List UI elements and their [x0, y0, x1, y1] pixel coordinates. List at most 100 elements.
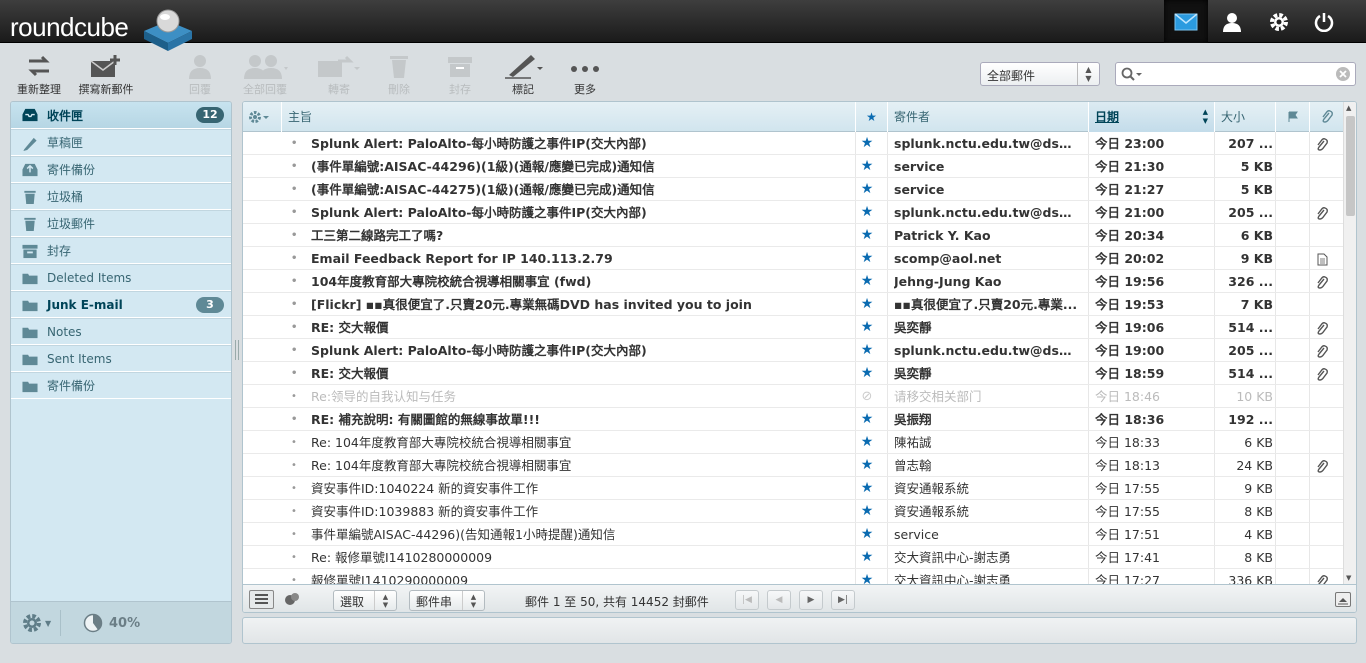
star-icon[interactable]: ★: [855, 454, 879, 477]
star-icon[interactable]: ★: [855, 408, 879, 431]
star-icon[interactable]: ★: [855, 500, 879, 523]
status-dot-icon[interactable]: •: [291, 500, 299, 523]
status-dot-icon[interactable]: •: [291, 362, 299, 385]
status-dot-icon[interactable]: •: [291, 201, 299, 224]
status-dot-icon[interactable]: •: [291, 523, 299, 546]
folder-settings-button[interactable]: ▼: [17, 610, 61, 636]
message-subject[interactable]: (事件單編號:AISAC-44275)(1級)(通報/應變已完成)通知信: [311, 178, 851, 201]
pane-splitter[interactable]: [235, 340, 239, 360]
status-dot-icon[interactable]: •: [291, 178, 299, 201]
reply-all-button[interactable]: 全部回覆: [236, 53, 294, 98]
star-icon[interactable]: ★: [855, 201, 879, 224]
star-icon[interactable]: ★: [855, 362, 879, 385]
message-row[interactable]: • 工三第二線路完工了嗎? ★ Patrick Y. Kao 今日 20:34 6 KB: [243, 224, 1343, 247]
folder-item[interactable]: 寄件備份: [11, 156, 231, 183]
message-row[interactable]: • (事件單編號:AISAC-44296)(1級)(通報/應變已完成)通知信 ★ se…: [243, 155, 1343, 178]
message-subject[interactable]: (事件單編號:AISAC-44296)(1級)(通報/應變已完成)通知信: [311, 155, 851, 178]
status-dot-icon[interactable]: •: [291, 477, 299, 500]
more-button[interactable]: 更多: [568, 53, 602, 98]
status-dot-icon[interactable]: •: [291, 247, 299, 270]
mail-icon[interactable]: [1164, 0, 1208, 43]
message-row[interactable]: • RE: 交大報價 ★ 吳奕靜 今日 18:59 514 ...: [243, 362, 1343, 385]
folder-item[interactable]: 寄件備份: [11, 372, 231, 399]
status-dot-icon[interactable]: •: [291, 431, 299, 454]
message-subject[interactable]: Splunk Alert: PaloAlto-每小時防護之事件IP(交大內部): [311, 201, 851, 224]
message-row[interactable]: • Re:领导的自我认知与任务 ⊘ 请移交相关部门 今日 18:46 10 KB: [243, 385, 1343, 408]
first-page-button[interactable]: |◀: [735, 590, 759, 610]
message-subject[interactable]: 事件單編號AISAC-44296)(告知通報1小時提醒)通知信: [311, 523, 851, 546]
folder-item[interactable]: 垃圾郵件: [11, 210, 231, 237]
column-flag-star[interactable]: ★: [855, 102, 887, 132]
message-subject[interactable]: 工三第二線路完工了嗎?: [311, 224, 851, 247]
message-row[interactable]: • 事件單編號AISAC-44296)(告知通報1小時提醒)通知信 ★ service…: [243, 523, 1343, 546]
message-row[interactable]: • 資安事件ID:1040224 新的資安事件工作 ★ 資安通報系統 今日 17:55 9…: [243, 477, 1343, 500]
star-icon[interactable]: ★: [855, 178, 879, 201]
message-subject[interactable]: Re:领导的自我认知与任务: [311, 385, 851, 408]
message-subject[interactable]: Splunk Alert: PaloAlto-每小時防護之事件IP(交大內部): [311, 132, 851, 155]
star-icon[interactable]: ★: [855, 224, 879, 247]
column-attachment[interactable]: [1309, 102, 1343, 132]
column-date[interactable]: 日期 ▲ ▼: [1088, 102, 1214, 132]
message-subject[interactable]: Splunk Alert: PaloAlto-每小時防護之事件IP(交大內部): [311, 339, 851, 362]
star-icon[interactable]: ★: [855, 293, 879, 316]
clear-search-icon[interactable]: [1336, 67, 1350, 81]
message-row[interactable]: • RE: 交大報價 ★ 吳奕靜 今日 19:06 514 ...: [243, 316, 1343, 339]
message-subject[interactable]: RE: 交大報價: [311, 362, 851, 385]
message-subject[interactable]: 104年度教育部大專院校統合視導相關事宜 (fwd): [311, 270, 851, 293]
refresh-button[interactable]: 重新整理: [14, 53, 64, 98]
list-options-button[interactable]: [243, 102, 281, 132]
message-subject[interactable]: [Flickr] ▪▪真很便宜了.只賣20元.專業無碼DVD has invit…: [311, 293, 851, 316]
contacts-icon[interactable]: [1210, 0, 1254, 43]
star-icon[interactable]: ★: [855, 477, 879, 500]
status-dot-icon[interactable]: •: [291, 132, 299, 155]
logout-icon[interactable]: [1302, 0, 1346, 43]
star-icon[interactable]: ★: [855, 247, 879, 270]
prev-page-button[interactable]: ◀: [767, 590, 791, 610]
message-row[interactable]: • [Flickr] ▪▪真很便宜了.只賣20元.專業無碼DVD has invi…: [243, 293, 1343, 316]
forward-button[interactable]: 轉寄: [316, 53, 362, 98]
status-dot-icon[interactable]: •: [291, 155, 299, 178]
message-row[interactable]: • Re: 104年度教育部大專院校統合視導相關事宜 ★ 曾志翰 今日 18:13 24 …: [243, 454, 1343, 477]
settings-icon[interactable]: [1257, 0, 1301, 43]
message-row[interactable]: • RE: 補充說明: 有關圖館的無線事故單!!! ★ 吳振翔 今日 18:36 192 …: [243, 408, 1343, 431]
message-subject[interactable]: Re: 104年度教育部大專院校統合視導相關事宜: [311, 454, 851, 477]
message-subject[interactable]: 資安事件ID:1039883 新的資安事件工作: [311, 500, 851, 523]
message-subject[interactable]: 資安事件ID:1040224 新的資安事件工作: [311, 477, 851, 500]
star-icon[interactable]: ★: [855, 339, 879, 362]
scroll-up-icon[interactable]: ▲: [1346, 104, 1351, 112]
message-row[interactable]: • Splunk Alert: PaloAlto-每小時防護之事件IP(交大內部)…: [243, 201, 1343, 224]
message-row[interactable]: • Splunk Alert: PaloAlto-每小時防護之事件IP(交大內部)…: [243, 132, 1343, 155]
message-row[interactable]: • Email Feedback Report for IP 140.113.2.…: [243, 247, 1343, 270]
status-dot-icon[interactable]: •: [291, 408, 299, 431]
folder-item[interactable]: 垃圾桶: [11, 183, 231, 210]
message-subject[interactable]: Re: 104年度教育部大專院校統合視導相關事宜: [311, 431, 851, 454]
folder-item[interactable]: 封存: [11, 237, 231, 264]
star-icon[interactable]: ★: [855, 316, 879, 339]
next-page-button[interactable]: ▶: [799, 590, 823, 610]
folder-item[interactable]: Notes: [11, 318, 231, 345]
thread-view-button[interactable]: [283, 591, 303, 609]
list-view-button[interactable]: [249, 590, 274, 609]
select-dropdown[interactable]: 選取 ▲ ▼: [333, 590, 397, 611]
compose-button[interactable]: 撰寫新郵件: [75, 53, 137, 98]
column-from[interactable]: 寄件者: [887, 102, 1088, 132]
message-subject[interactable]: RE: 交大報價: [311, 316, 851, 339]
delete-button[interactable]: 刪除: [384, 53, 414, 98]
status-dot-icon[interactable]: •: [291, 385, 299, 408]
star-icon[interactable]: ★: [855, 523, 879, 546]
folder-item[interactable]: Deleted Items: [11, 264, 231, 291]
star-icon[interactable]: ★: [855, 546, 879, 569]
column-subject[interactable]: 主旨: [281, 102, 855, 132]
status-dot-icon[interactable]: •: [291, 546, 299, 569]
threads-dropdown[interactable]: 郵件串 ▲ ▼: [409, 590, 485, 611]
status-dot-icon[interactable]: •: [291, 224, 299, 247]
last-page-button[interactable]: ▶|: [831, 590, 855, 610]
toggle-preview-button[interactable]: [1335, 592, 1351, 607]
status-dot-icon[interactable]: •: [291, 316, 299, 339]
message-row[interactable]: • 104年度教育部大專院校統合視導相關事宜 (fwd) ★ Jehng-Jung K…: [243, 270, 1343, 293]
list-scrollbar[interactable]: ▲ ▼: [1343, 102, 1356, 584]
message-row[interactable]: • Splunk Alert: PaloAlto-每小時防護之事件IP(交大內部)…: [243, 339, 1343, 362]
archive-button[interactable]: 封存: [445, 53, 475, 98]
scroll-down-icon[interactable]: ▼: [1346, 574, 1351, 582]
star-icon[interactable]: ★: [855, 155, 879, 178]
